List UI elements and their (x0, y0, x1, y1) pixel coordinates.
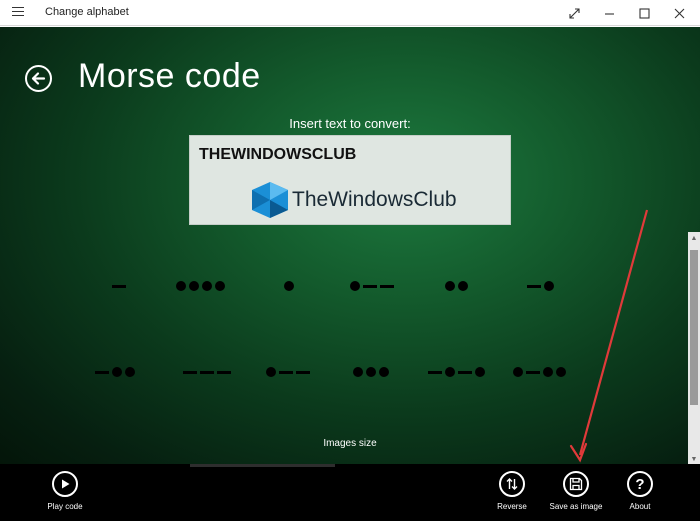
logo-text: TheWindowsClub (292, 188, 457, 211)
morse-symbol (95, 362, 138, 382)
logo: TheWindowsClub (252, 182, 457, 218)
morse-symbol (513, 362, 569, 382)
text-input-value: THEWINDOWSCLUB (199, 146, 357, 163)
morse-symbol (353, 362, 392, 382)
morse-symbol (112, 276, 129, 296)
about-button[interactable]: ? About (605, 471, 675, 511)
reverse-button[interactable]: Reverse (477, 471, 547, 511)
play-code-label: Play code (47, 502, 83, 511)
save-as-image-label: Save as image (549, 502, 603, 511)
back-arrow-icon (31, 72, 46, 85)
save-icon (563, 471, 589, 497)
reverse-label: Reverse (497, 502, 527, 511)
morse-symbol (428, 362, 488, 382)
morse-symbol (266, 362, 313, 382)
main-content: Morse code Insert text to convert: THEWI… (0, 27, 700, 464)
close-button[interactable] (662, 0, 697, 26)
vertical-scrollbar[interactable]: ▲ ▼ (688, 232, 700, 464)
morse-row-2 (0, 362, 700, 382)
app-title: Change alphabet (45, 6, 129, 18)
morse-symbol (350, 276, 397, 296)
scroll-down-icon[interactable]: ▼ (688, 453, 700, 464)
images-size-label: Images size (323, 438, 377, 449)
play-code-button[interactable]: Play code (30, 471, 100, 511)
morse-symbol (183, 362, 234, 382)
morse-symbol (527, 276, 557, 296)
morse-symbol (445, 276, 471, 296)
scroll-up-icon[interactable]: ▲ (688, 232, 700, 246)
save-as-image-button[interactable]: Save as image (541, 471, 611, 511)
about-label: About (629, 502, 651, 511)
hamburger-menu-icon[interactable] (12, 7, 24, 17)
scroll-thumb[interactable] (690, 250, 698, 405)
minimize-button[interactable] (592, 0, 627, 26)
command-bar: Play code Reverse Save as image ? About (0, 464, 700, 521)
help-icon: ? (627, 471, 653, 497)
insert-text-label: Insert text to convert: (289, 116, 411, 131)
maximize-button[interactable] (627, 0, 662, 26)
play-icon (52, 471, 78, 497)
text-input[interactable]: THEWINDOWSCLUB TheWindowsClub (189, 135, 511, 225)
title-bar: Change alphabet (0, 0, 700, 26)
morse-symbol (176, 276, 228, 296)
images-size-slider-track[interactable] (190, 464, 335, 467)
morse-row-1 (0, 276, 700, 296)
reverse-icon (499, 471, 525, 497)
expand-icon[interactable] (557, 0, 592, 26)
morse-symbol (284, 276, 297, 296)
page-title: Morse code (78, 57, 261, 95)
back-button[interactable] (25, 65, 52, 92)
windows-club-logo-icon (252, 182, 288, 218)
